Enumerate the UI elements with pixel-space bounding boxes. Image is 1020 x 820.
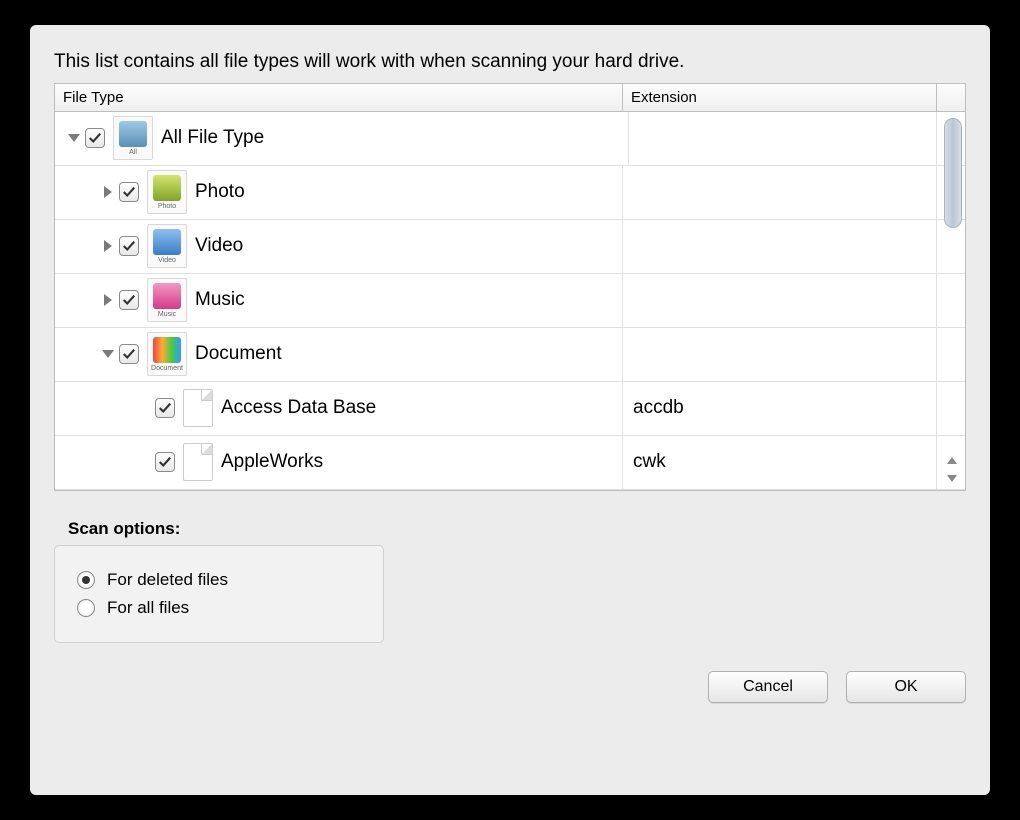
- dialog-description: This list contains all file types will w…: [54, 49, 966, 75]
- all-files-icon: All: [113, 116, 153, 160]
- checkbox-photo[interactable]: [119, 182, 139, 202]
- video-icon: Video: [147, 224, 187, 268]
- checkbox-access[interactable]: [155, 398, 175, 418]
- checkbox-document[interactable]: [119, 344, 139, 364]
- checkbox-all-file-type[interactable]: [85, 128, 105, 148]
- chevron-down-icon[interactable]: [101, 347, 115, 361]
- file-icon: [183, 389, 213, 427]
- checkbox-music[interactable]: [119, 290, 139, 310]
- cell-extension: cwk: [623, 436, 937, 489]
- checkbox-appleworks[interactable]: [155, 452, 175, 472]
- chevron-down-icon[interactable]: [67, 131, 81, 145]
- radio-deleted-files[interactable]: For deleted files: [77, 570, 361, 590]
- table-header: File Type Extension: [55, 84, 965, 112]
- row-label: Document: [195, 343, 282, 365]
- row-photo[interactable]: Photo Photo: [55, 166, 965, 220]
- file-icon: [183, 443, 213, 481]
- file-types-dialog: This list contains all file types will w…: [30, 25, 990, 795]
- scroll-up-icon[interactable]: [941, 452, 963, 470]
- document-icon: Document: [147, 332, 187, 376]
- scan-options-group: For deleted files For all files: [54, 545, 384, 643]
- radio-icon[interactable]: [77, 571, 95, 589]
- row-label: Music: [195, 289, 245, 311]
- cell-extension: [623, 166, 937, 219]
- radio-label: For deleted files: [107, 570, 228, 590]
- row-label: Access Data Base: [221, 397, 376, 419]
- chevron-right-icon[interactable]: [101, 293, 115, 307]
- ok-button[interactable]: OK: [846, 671, 966, 703]
- checkbox-video[interactable]: [119, 236, 139, 256]
- scrollbar-thumb[interactable]: [944, 118, 962, 228]
- row-appleworks[interactable]: AppleWorks cwk: [55, 436, 965, 490]
- scan-options-section: Scan options: For deleted files For all …: [54, 519, 966, 643]
- cell-extension: accdb: [623, 382, 937, 435]
- column-header-extension[interactable]: Extension: [623, 84, 937, 111]
- photo-icon: Photo: [147, 170, 187, 214]
- column-header-file-type[interactable]: File Type: [55, 84, 623, 111]
- row-music[interactable]: Music Music: [55, 274, 965, 328]
- row-document[interactable]: Document Document: [55, 328, 965, 382]
- row-label: Video: [195, 235, 243, 257]
- row-label: All File Type: [161, 127, 264, 149]
- chevron-right-icon[interactable]: [101, 239, 115, 253]
- cancel-button[interactable]: Cancel: [708, 671, 828, 703]
- music-icon: Music: [147, 278, 187, 322]
- cell-extension: [623, 274, 937, 327]
- row-label: AppleWorks: [221, 451, 323, 473]
- radio-all-files[interactable]: For all files: [77, 598, 361, 618]
- dialog-buttons: Cancel OK: [54, 671, 966, 703]
- cell-extension: [623, 328, 937, 381]
- scroll-down-icon[interactable]: [941, 470, 963, 488]
- row-video[interactable]: Video Video: [55, 220, 965, 274]
- table-body: All All File Type Photo Photo: [55, 112, 965, 490]
- row-label: Photo: [195, 181, 245, 203]
- file-type-table: File Type Extension All All File Type: [54, 83, 966, 491]
- scrollbar-arrows: [941, 452, 963, 488]
- scan-options-title: Scan options:: [68, 519, 966, 539]
- radio-label: For all files: [107, 598, 189, 618]
- row-access-data-base[interactable]: Access Data Base accdb: [55, 382, 965, 436]
- radio-icon[interactable]: [77, 599, 95, 617]
- cell-extension: [629, 112, 937, 165]
- column-header-spacer: [937, 84, 965, 111]
- row-all-file-type[interactable]: All All File Type: [55, 112, 965, 166]
- chevron-right-icon[interactable]: [101, 185, 115, 199]
- cell-extension: [623, 220, 937, 273]
